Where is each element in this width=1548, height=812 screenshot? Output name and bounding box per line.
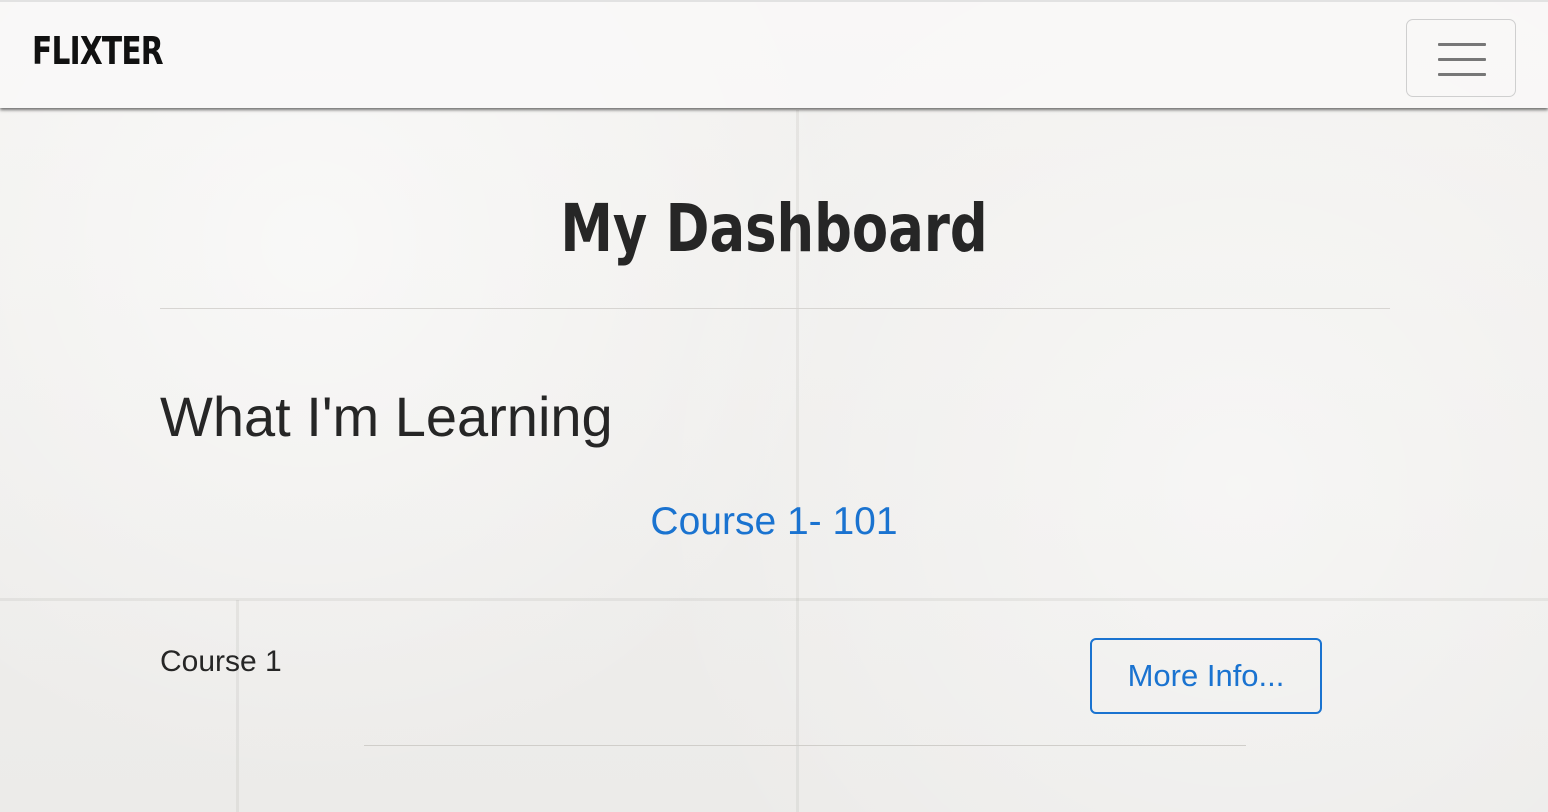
section-heading-learning: What I'm Learning (160, 385, 613, 448)
brand-logo-link[interactable]: FLIXTER (32, 32, 164, 70)
more-info-button[interactable]: More Info... (1090, 638, 1322, 714)
top-navbar: FLIXTER (0, 0, 1548, 108)
course-name: Course 1 (160, 645, 282, 678)
hamburger-icon-bar-top (1438, 43, 1486, 46)
hamburger-menu-button[interactable] (1406, 19, 1516, 97)
hamburger-icon-bar-bottom (1438, 73, 1486, 76)
course-divider (364, 745, 1246, 746)
course-title-link[interactable]: Course 1- 101 (0, 502, 1548, 541)
title-divider (160, 308, 1390, 309)
hamburger-icon-bar-middle (1438, 58, 1486, 61)
wall-texture-seam (236, 600, 239, 812)
page-title: My Dashboard (560, 190, 988, 267)
wall-texture-seam (0, 598, 1548, 601)
